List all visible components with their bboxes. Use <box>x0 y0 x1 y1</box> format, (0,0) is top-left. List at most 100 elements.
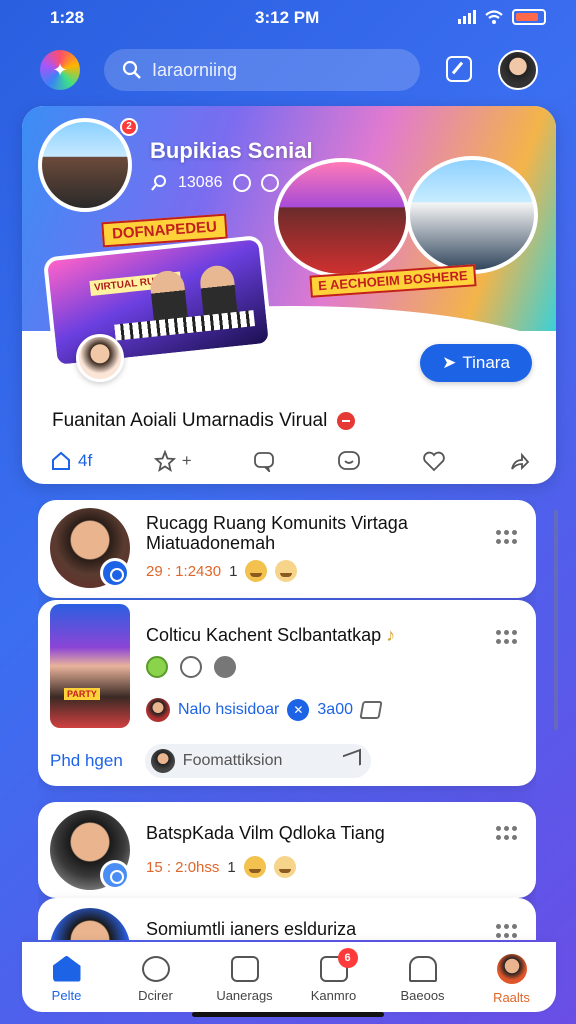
smile-emoji-icon <box>243 856 266 878</box>
comment-placeholder: Foomattiksion <box>182 752 283 769</box>
group-icon[interactable] <box>260 174 279 192</box>
compose-icon[interactable] <box>446 56 472 82</box>
profile-avatar[interactable] <box>498 50 538 90</box>
feed-card[interactable]: Somiumtli ianers eslduriza <box>38 898 536 940</box>
smile-emoji-icon <box>245 560 268 582</box>
status-bar: 1:28 3:12 PM <box>0 0 576 36</box>
feed: Rucagg Ruang Komunits Virtaga Miatuadone… <box>38 500 536 940</box>
feed-card[interactable]: PARTY Colticu Kachent Sclbantatkap ♪ Nal… <box>38 600 536 786</box>
inbox-badge: 6 <box>337 947 358 968</box>
bird-icon: ➤ <box>442 353 457 372</box>
home-action[interactable]: 4f <box>50 450 92 472</box>
battery-icon <box>512 9 546 25</box>
comment-action[interactable] <box>253 450 275 472</box>
tab-label: Kanmro <box>310 987 357 1003</box>
mention-avatar[interactable] <box>146 698 170 722</box>
hero-caption: Fuanitan Aoiali Umarnadis Virual <box>52 410 356 432</box>
share-icon[interactable] <box>359 701 383 719</box>
tab-label: Pelte <box>51 987 82 1003</box>
status-icons <box>458 9 546 25</box>
home-indicator <box>192 1012 384 1017</box>
top-bar: ✦ Iaraorniing <box>0 46 576 96</box>
card-title: Rucagg Ruang Komunits Virtaga <box>146 513 408 533</box>
mention-name[interactable]: Nalo hsisidoar <box>178 701 279 719</box>
share-arrow-icon <box>511 452 530 471</box>
reply-row: Phd hgen Foomattiksion <box>50 744 520 778</box>
events-icon <box>408 955 437 982</box>
card-title: BatspKada Vilm Qdloka Tiang <box>146 823 385 843</box>
card-title: Colticu Kachent Sclbantatkap ♪ <box>146 624 395 646</box>
search-input[interactable]: Iaraorniing <box>104 49 420 91</box>
more-options-icon[interactable] <box>496 826 518 840</box>
scrollbar[interactable] <box>554 510 558 730</box>
thumbnail-tag: PARTY <box>64 688 100 700</box>
feed-card[interactable]: Rucagg Ruang Komunits Virtaga Miatuadone… <box>38 500 536 598</box>
like-action[interactable] <box>422 450 446 472</box>
mention-count: 3a00 <box>317 701 353 718</box>
singer-photo[interactable] <box>274 158 410 278</box>
tab-discover[interactable]: Dcirer <box>116 955 196 1003</box>
status-clock: 3:12 PM <box>255 8 320 27</box>
home-action-count: 4f <box>78 451 93 470</box>
emoji-action[interactable] <box>337 450 361 472</box>
comment-input[interactable]: Foomattiksion <box>144 744 371 778</box>
profile-tab-avatar <box>496 953 527 984</box>
reaction-count: 1 <box>227 858 236 876</box>
discover-icon <box>141 955 170 982</box>
twitter-icon[interactable]: ✕ <box>287 699 310 721</box>
tab-events[interactable]: Baeoos <box>383 955 463 1003</box>
tab-profile[interactable]: Raalts <box>472 953 552 1005</box>
reply-link[interactable]: Phd hgen <box>50 751 123 771</box>
search-placeholder: Iaraorniing <box>152 59 238 80</box>
home-icon <box>52 955 81 982</box>
home-outline-icon <box>52 451 70 470</box>
signal-icon <box>458 10 476 24</box>
app-logo[interactable]: ✦ <box>40 50 80 90</box>
edit-icon <box>230 955 259 982</box>
chevron-circle-icon[interactable] <box>232 174 251 192</box>
group-photo[interactable] <box>38 118 132 212</box>
hero-caption-text: Fuanitan Aoiali Umarnadis Virual <box>52 410 328 431</box>
card-meta: 15 : 2:0hss 1 <box>146 856 296 878</box>
card-title-text: Colticu Kachent Sclbantatkap <box>146 625 382 645</box>
author-avatar[interactable] <box>50 908 130 940</box>
hero-card: 2 Bupikias Scnial 13086 DOFNAPEDEU VIRTU… <box>22 106 556 484</box>
card-title: Somiumtli ianers eslduriza <box>146 919 357 939</box>
feed-card[interactable]: BatspKada Vilm Qdloka Tiang 15 : 2:0hss … <box>38 802 536 898</box>
post-thumbnail[interactable]: PARTY <box>50 604 130 728</box>
green-emoji-icon[interactable] <box>146 656 168 678</box>
star-icon <box>153 450 176 472</box>
family-photo[interactable] <box>406 156 538 274</box>
tab-inbox[interactable]: 6 Kanmro <box>294 947 374 1003</box>
hero-title: Bupikias Scnial <box>150 138 313 163</box>
more-options-icon[interactable] <box>496 530 518 544</box>
share-action[interactable] <box>508 450 530 472</box>
tab-label: Raalts <box>493 989 530 1005</box>
more-options-icon[interactable] <box>496 924 518 938</box>
chat-bubble-icon[interactable] <box>214 656 236 678</box>
heart-icon <box>423 451 446 472</box>
star-action[interactable]: + <box>153 450 192 472</box>
live-icon <box>337 412 356 430</box>
bottom-tab-bar: Pelte Dcirer Uanerags 6 Kanmro Baeoos Ra… <box>22 942 556 1012</box>
search-icon <box>122 60 141 79</box>
mention-row: Nalo hsisidoar ✕ 3a00 <box>146 698 383 722</box>
tab-create[interactable]: Uanerags <box>205 955 285 1003</box>
more-options-icon[interactable] <box>496 630 518 644</box>
laugh-emoji-icon <box>273 856 296 878</box>
laugh-emoji-icon <box>275 560 298 582</box>
reply-icon[interactable] <box>180 656 202 678</box>
send-icon[interactable] <box>342 748 361 772</box>
emoji-icon <box>337 451 360 470</box>
guitar-icon: ♪ <box>386 625 396 645</box>
tab-label: Baeoos <box>400 987 445 1003</box>
hero-stats: 13086 <box>150 174 279 192</box>
card-time: 29 : 1:2430 <box>146 562 222 580</box>
tab-label: Uanerags <box>216 987 273 1003</box>
commenter-avatar <box>150 749 175 773</box>
hero-action-bar: 4f + <box>50 446 530 476</box>
host-avatar[interactable] <box>76 334 124 382</box>
share-button[interactable]: ➤ Tinara <box>420 344 532 382</box>
tab-home[interactable]: Pelte <box>27 955 107 1003</box>
tab-label: Dcirer <box>138 987 173 1003</box>
